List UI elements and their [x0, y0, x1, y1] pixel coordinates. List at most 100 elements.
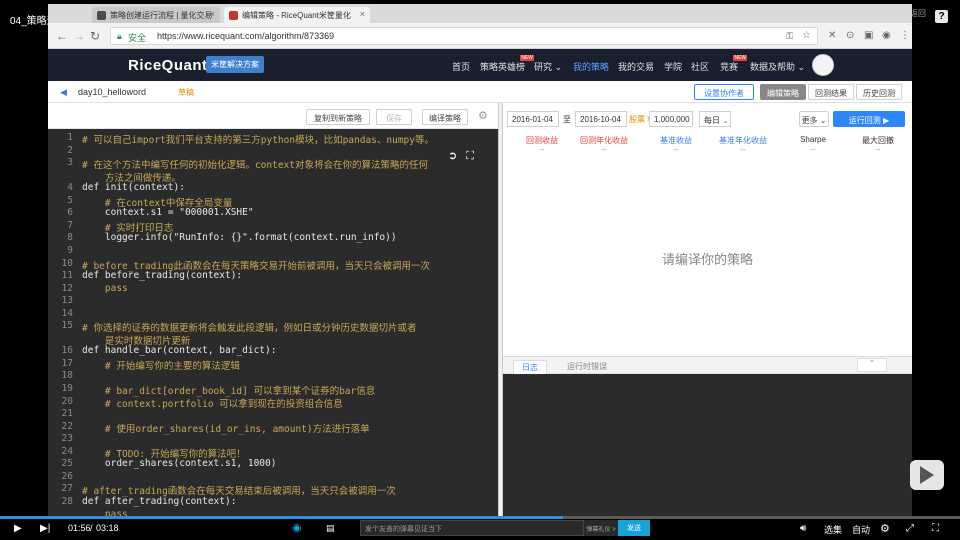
help-icon[interactable]: ?	[935, 10, 948, 23]
send-button[interactable]: 发送	[618, 520, 650, 536]
play-icon[interactable]: ▶	[14, 523, 22, 534]
code-line[interactable]: 28 def after_trading(context):	[48, 496, 498, 509]
code-line[interactable]: 15 # 你选择的证券的数据更新将会触发此段逻辑，例如日或分钟历史数据切片或者	[48, 320, 498, 334]
browser-tab-doc[interactable]: 策略创建运行流程 | 量化交易 ×	[92, 7, 220, 23]
code-line[interactable]: 9	[48, 245, 498, 258]
danmaku-input[interactable]: 发个友善的弹幕见证当下	[360, 520, 584, 536]
avatar[interactable]	[812, 54, 834, 76]
code-line[interactable]: 10 # before_trading此函数会在每天策略交易开始前被调用，当天只会…	[48, 258, 498, 272]
code-line[interactable]: 18	[48, 370, 498, 383]
tv-play-icon[interactable]	[910, 460, 944, 490]
copy-to-new-strategy-button[interactable]: 复制到新策略	[306, 109, 370, 125]
line-number: 19	[61, 383, 73, 394]
code-line[interactable]: 13	[48, 295, 498, 308]
tab-backtest-result[interactable]: 回测结果	[808, 84, 854, 100]
invite-collaborator-button[interactable]: 设置协作者	[694, 84, 754, 100]
danmaku-toggle-icon[interactable]: ◉	[292, 521, 302, 534]
save-button[interactable]: 保存	[376, 109, 412, 125]
code-line[interactable]: 8 logger.info("RunInfo: {}".format(conte…	[48, 232, 498, 245]
code-editor[interactable]: 1 # 可以自己import我们平台支持的第三方python模块，比如pandas…	[48, 129, 498, 516]
auto-quality-button[interactable]: 自动	[852, 523, 870, 536]
solution-button[interactable]: 米筐解决方案	[206, 56, 264, 73]
code-line[interactable]: 方法之间做传递。	[48, 170, 498, 184]
forward-arrow-icon[interactable]: →	[73, 29, 85, 43]
code-line[interactable]: 4 def init(context):	[48, 182, 498, 195]
start-date-input[interactable]: 2016-01-04	[507, 111, 559, 127]
close-icon[interactable]: ×	[210, 9, 215, 19]
code-line[interactable]: 19 # bar_dict[order_book_id] 可以拿到某个证券的ba…	[48, 383, 498, 397]
nav-contest[interactable]: 竞赛 NEW	[720, 55, 748, 73]
end-date-input[interactable]: 2016-10-04	[575, 111, 627, 127]
code-line[interactable]: 22 # 使用order_shares(id_or_ins, amount)方法…	[48, 421, 498, 435]
gear-icon[interactable]: ⚙	[478, 109, 488, 122]
menu-icon[interactable]: ⋮	[900, 30, 910, 41]
code-line[interactable]: 27 # after_trading函数会在每天交易结束后被调用，当天只会被调用一…	[48, 483, 498, 497]
browser-tab-editor[interactable]: 编辑策略 - RiceQuant米筐量化 ×	[224, 7, 370, 23]
back-icon[interactable]: ◀	[60, 87, 67, 98]
next-icon[interactable]: ▶|	[40, 523, 50, 534]
collapse-up-icon[interactable]: ⌃	[857, 358, 887, 372]
code-line[interactable]: 21	[48, 408, 498, 421]
nav-leaderboard[interactable]: 策略英雄榜 NEW	[480, 55, 535, 73]
nav-academy[interactable]: 学院	[664, 60, 682, 73]
back-arrow-icon[interactable]: ←	[56, 29, 68, 43]
extension-icon[interactable]: ◉	[882, 30, 891, 41]
tab-log[interactable]: 日志	[513, 360, 547, 375]
code-line[interactable]: 17 # 开始编写你的主要的算法逻辑	[48, 358, 498, 372]
star-icon[interactable]: ☆	[802, 30, 811, 41]
extension-icon[interactable]: ✕	[828, 30, 836, 41]
episode-select-button[interactable]: 选集	[824, 523, 842, 536]
code-line[interactable]: 23	[48, 433, 498, 446]
code-line[interactable]: 2	[48, 145, 498, 158]
code-line[interactable]: pass	[48, 509, 498, 517]
code-line[interactable]: 7 # 实时打印日志	[48, 220, 498, 234]
code-line[interactable]: 14	[48, 308, 498, 321]
danmaku-settings-icon[interactable]: ▤	[326, 523, 335, 534]
key-icon[interactable]: ⚿	[786, 31, 793, 42]
code-line[interactable]: 24 # TODO: 开始编写你的算法吧！	[48, 446, 498, 460]
ricequant-logo[interactable]: RiceQuant	[128, 57, 208, 74]
danmaku-etiquette-link[interactable]: 弹幕礼仪 >	[584, 520, 618, 536]
line-number: 27	[61, 483, 73, 495]
code-line[interactable]: 16 def handle_bar(context, bar_dict):	[48, 345, 498, 358]
nav-my-trades[interactable]: 我的交易	[618, 60, 654, 73]
code-line[interactable]: 11 def before_trading(context):	[48, 270, 498, 283]
nav-community[interactable]: 社区	[691, 60, 709, 73]
fullscreen-icon[interactable]: ⛶	[932, 523, 939, 534]
strategy-name[interactable]: day10_helloword	[78, 87, 146, 97]
reload-icon[interactable]: ↻	[90, 29, 100, 43]
code-line[interactable]: 5 # 在context中保存全局变量	[48, 195, 498, 209]
frequency-select[interactable]: 每日 ⌄	[699, 111, 731, 127]
extension-icon[interactable]: ▣	[864, 30, 873, 41]
code-line[interactable]: 26	[48, 471, 498, 484]
run-backtest-button[interactable]: 运行回测 ▶	[833, 111, 905, 127]
more-button[interactable]: 更多 ⌄	[799, 111, 829, 127]
video-back-label[interactable]: 返回	[910, 8, 926, 19]
code-line[interactable]: 20 # context.portfolio 可以拿到现在的投资组合信息	[48, 396, 498, 410]
tab-edit-strategy[interactable]: 编辑策略	[760, 84, 806, 100]
nav-home[interactable]: 首页	[452, 60, 470, 73]
code-line[interactable]: 6 context.s1 = "000001.XSHE"	[48, 207, 498, 220]
volume-icon[interactable]: 🔊︎	[800, 523, 806, 534]
capital-input[interactable]: 1,000,000	[649, 111, 693, 127]
nav-my-strategies[interactable]: 我的策略	[573, 60, 609, 73]
tab-runtime-error[interactable]: 运行时错误	[567, 361, 607, 372]
compile-strategy-button[interactable]: 编译策略	[422, 109, 468, 125]
fullscreen-icon[interactable]: ⛶	[466, 150, 474, 162]
omnibox[interactable]: 🔒︎ 安全 https://www.ricequant.com/algorith…	[110, 27, 818, 45]
code-line[interactable]: 3 # 在这个方法中编写任何的初始化逻辑。context对象将会在你的算法策略的任…	[48, 157, 498, 171]
code-line[interactable]: 12 pass	[48, 283, 498, 296]
line-number: 21	[61, 408, 73, 420]
settings-icon[interactable]: ⚙	[880, 522, 890, 535]
nav-data-help[interactable]: 数据及帮助 ⌄	[750, 60, 805, 73]
code-line[interactable]: 1 # 可以自己import我们平台支持的第三方python模块，比如pandas…	[48, 132, 498, 146]
close-icon[interactable]: ×	[360, 9, 365, 19]
tab-history-backtest[interactable]: 历史回测	[856, 84, 902, 100]
pip-icon[interactable]: ⤢	[906, 523, 914, 534]
code-line[interactable]: 是实时数据切片更新	[48, 333, 498, 347]
extension-icon[interactable]: ⊙	[846, 30, 854, 41]
ricequant-favicon-icon	[229, 11, 238, 20]
code-line[interactable]: 25 order_shares(context.s1, 1000)	[48, 458, 498, 471]
arrow-right-circle-icon[interactable]: ➲	[448, 150, 457, 162]
nav-research[interactable]: 研究 ⌄	[534, 60, 562, 73]
